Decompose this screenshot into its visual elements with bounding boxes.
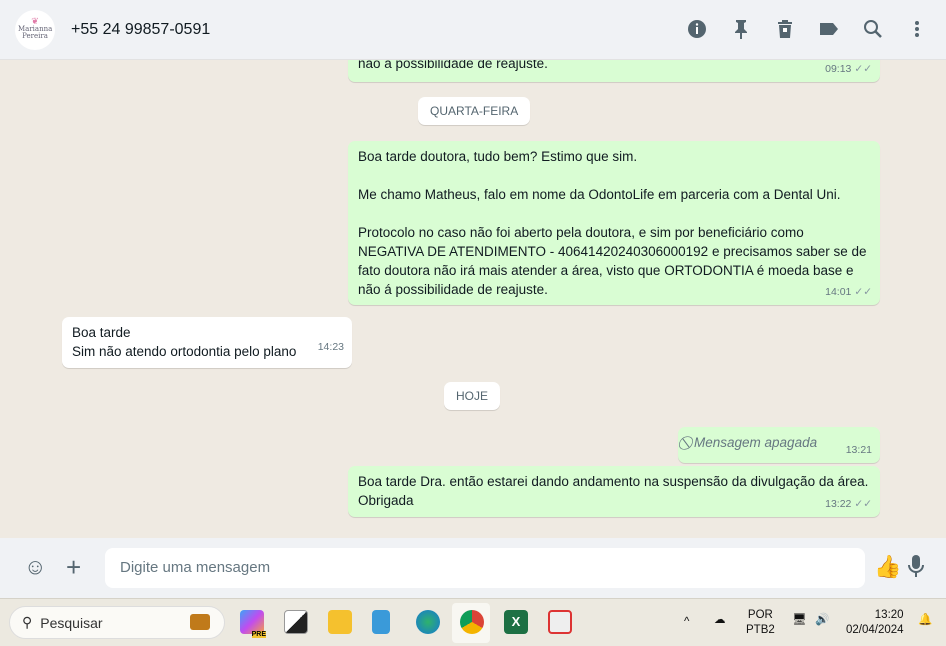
notepad-icon[interactable] [372,610,390,634]
date: 02/04/2024 [846,624,904,636]
pre-badge: PRE [251,631,266,638]
briefcase-icon [190,614,210,630]
menu-icon[interactable] [906,18,928,40]
date-separator: HOJE [444,382,501,410]
message-text: Mensagem apagada [694,435,818,450]
message-list[interactable]: não á possibilidade de reajuste. 09:13 ✓✓… [0,60,946,538]
message-time: 14:23 [317,341,344,353]
message-time: 13:22 [825,498,852,510]
taskbar-search[interactable]: ⚲ Pesquisar [9,606,225,639]
info-icon[interactable] [686,18,708,40]
search-label: Pesquisar [40,614,103,631]
double-check-icon: ✓✓ [854,63,872,75]
delete-icon[interactable] [774,18,796,40]
time: 13:20 [874,609,904,621]
message-text: Boa tarde [72,325,131,340]
emoji-icon[interactable]: ☺ [24,554,46,580]
message-outgoing: Boa tarde doutora, tudo bem? Estimo que … [348,141,880,305]
message-text: Boa tarde doutora, tudo bem? Estimo que … [358,149,638,164]
language-indicator[interactable]: POR PTB2 [746,608,775,638]
task-view-icon[interactable] [284,610,308,634]
snipping-tool-icon[interactable] [548,610,572,634]
plus-icon[interactable]: + [66,552,81,583]
notification-bell-icon[interactable]: 🔔 [918,613,932,628]
language: POR [747,609,773,621]
double-check-icon: ✓✓ [854,286,872,298]
taskbar: ⚲ Pesquisar PRE X ^ ☁ POR PTB2 🖥 🔊 13:20 02… [0,598,946,646]
message-input[interactable]: Digite uma mensagem [105,548,865,588]
date-separator: QUARTA-FEIRA [418,97,531,125]
message-text: Me chamo Matheus, falo em nome da Odonto… [358,187,841,202]
volume-icon[interactable]: 🔊 [815,613,829,628]
double-check-icon: ✓✓ [854,498,872,510]
message-text: Boa tarde Dra. então estarei dando andam… [358,474,869,508]
copilot-icon[interactable]: PRE [240,610,266,638]
message-deleted: ⃠Mensagem apagada 13:21 [678,427,880,463]
message-incoming: Boa tarde Sim não atendo ortodontia pelo… [62,317,352,368]
message-time: 09:13 [825,63,852,75]
message-text: Sim não atendo ortodontia pelo plano [72,344,297,359]
message-outgoing: não á possibilidade de reajuste. 09:13 ✓✓ [348,60,880,82]
message-time: 14:01 [825,286,852,298]
chat-header: ❦ Marianna Pereira +55 24 99857-0591 [0,0,946,60]
edge-icon[interactable] [416,610,440,634]
thumbs-up-icon[interactable]: 👍 [874,554,901,580]
message-time: 13:21 [845,444,872,456]
message-outgoing: Boa tarde Dra. então estarei dando andam… [348,466,880,517]
search-icon[interactable] [862,18,884,40]
network-icon[interactable]: 🖥 [792,613,807,628]
chevron-up-icon[interactable]: ^ [684,615,689,630]
keyboard-layout: PTB2 [746,624,775,636]
avatar-logo-text: Marianna Pereira [18,25,53,40]
contact-name[interactable]: +55 24 99857-0591 [71,21,210,39]
pin-icon[interactable] [730,18,752,40]
avatar[interactable]: ❦ Marianna Pereira [15,9,55,50]
excel-icon[interactable]: X [504,610,528,634]
onedrive-offline-icon[interactable]: ☁ [714,613,726,628]
composer: ☺ + Digite uma mensagem 👍 [0,538,946,598]
clock[interactable]: 13:20 02/04/2024 [846,608,904,638]
file-explorer-icon[interactable] [328,610,352,634]
microphone-icon[interactable] [908,554,924,584]
message-text: não á possibilidade de reajuste. [358,60,548,71]
search-icon: ⚲ [22,614,33,630]
chrome-icon[interactable] [460,610,484,634]
message-text: Protocolo no caso não foi aberto pela do… [358,225,867,297]
label-icon[interactable] [818,18,840,40]
